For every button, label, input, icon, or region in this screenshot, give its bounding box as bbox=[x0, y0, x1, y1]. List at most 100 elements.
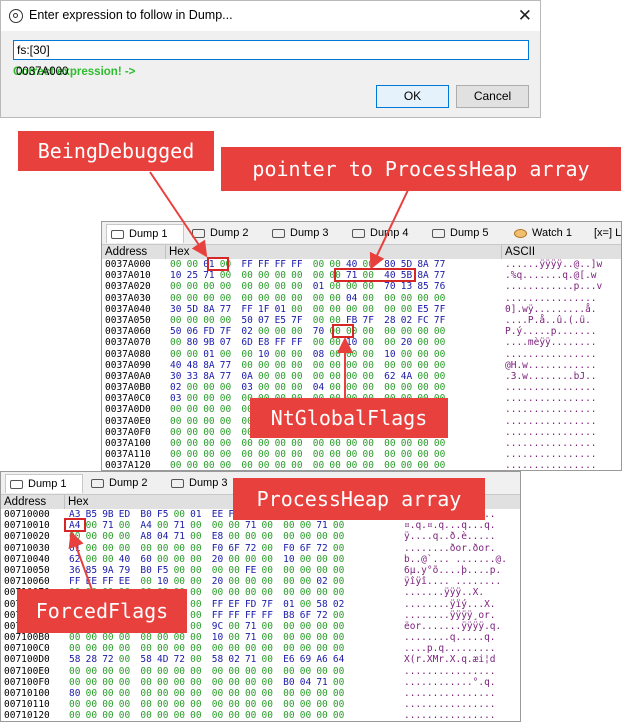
dump-row[interactable]: 0037A080 00 00 01 00 00 10 00 00 08 00 00 00 10 00 00 00… bbox=[102, 349, 621, 360]
tab-dump-2[interactable]: Dump 2 bbox=[87, 474, 165, 493]
close-icon[interactable]: ✕ bbox=[518, 6, 532, 26]
dump-row[interactable]: 007100D0 58 28 72 00 58 4D 72 00 58 02 71 00 E6 69 A6 64… bbox=[1, 654, 520, 665]
hex-byte: 00 bbox=[140, 576, 152, 588]
hex-byte: 00 bbox=[211, 676, 224, 688]
dump-tab-bar: Dump 1 Dump 2 Dump 3 Dump 4 Dump 5 Watch… bbox=[102, 222, 621, 245]
hex-byte: 04 bbox=[299, 676, 312, 688]
tab-dump-5[interactable]: Dump 5 bbox=[428, 224, 506, 243]
hex-byte: 00 bbox=[299, 576, 312, 588]
memory-icon bbox=[272, 229, 285, 238]
dialog-titlebar: Enter expression to follow in Dump... ✕ bbox=[1, 1, 540, 31]
hex-byte: 00 bbox=[433, 438, 446, 449]
hex-byte: B0 bbox=[140, 564, 152, 576]
memory-icon bbox=[192, 229, 205, 238]
dump-row[interactable]: 0037A110 00 00 00 00 00 00 00 00 00 00 00 00 00 00 00 00… bbox=[102, 449, 621, 460]
hex-byte: 7F bbox=[261, 598, 273, 610]
dump-row[interactable]: 0037A0B0 02 00 00 00 03 00 00 00 04 00 00 00 00 00 00 00… bbox=[102, 382, 621, 393]
dump-row[interactable]: 00710020 00 00 00 00 A8 04 71 00 E8 00 00 00 00 00 00 00… bbox=[1, 531, 520, 542]
ok-button[interactable]: OK bbox=[376, 85, 449, 108]
dump-row[interactable]: 007100C0 00 00 00 00 00 00 00 00 00 00 00 00 00 00 00 00… bbox=[1, 643, 520, 654]
cancel-button[interactable]: Cancel bbox=[456, 85, 529, 108]
dump-row[interactable]: 007100F0 00 00 00 00 00 00 00 00 00 00 00 00 B0 04 71 00… bbox=[1, 677, 520, 688]
hex-byte: 71 bbox=[244, 632, 257, 644]
hex-byte: 8A bbox=[417, 259, 429, 270]
hex-byte: 00 bbox=[140, 643, 152, 655]
hex-byte: 00 bbox=[102, 632, 114, 644]
row-ascii: ........ÿïý...X. bbox=[404, 598, 496, 610]
dump-row[interactable]: 00710050 36 85 9A 79 B0 F5 00 00 00 00 FE 00 00 00 00 00… bbox=[1, 565, 520, 576]
hex-byte: 00 bbox=[329, 292, 341, 304]
hex-byte: 00 bbox=[332, 699, 345, 711]
hex-byte: 06 bbox=[186, 326, 199, 338]
hex-byte: 00 bbox=[299, 587, 312, 599]
hex-byte: 00 bbox=[173, 643, 186, 655]
hex-byte: 00 bbox=[362, 337, 374, 349]
dump-row[interactable]: 0037A020 00 00 00 00 00 00 00 00 01 00 00 00 70 13 85 76… bbox=[102, 281, 621, 292]
hex-byte: FF bbox=[211, 598, 224, 610]
hex-byte: 00 bbox=[140, 542, 152, 554]
tab-dump-4[interactable]: Dump 4 bbox=[348, 224, 426, 243]
tab-label: Watch 1 bbox=[532, 227, 572, 239]
hex-byte: 00 bbox=[283, 620, 295, 632]
dump-row[interactable]: 0037A060 50 06 FD 7F 02 00 00 00 70 00 00 00 00 00 00 00… bbox=[102, 326, 621, 337]
hex-byte: 00 bbox=[299, 598, 312, 610]
hex-byte: 00 bbox=[173, 576, 186, 588]
tab-dump-1[interactable]: Dump 1 bbox=[106, 224, 184, 243]
tab-locals[interactable]: [x=] Lo bbox=[590, 224, 621, 243]
dump-row[interactable]: 0037A030 00 00 00 00 00 00 00 00 00 00 04 00 00 00 00 00… bbox=[102, 293, 621, 304]
hex-byte: FF bbox=[274, 337, 287, 349]
hex-byte: 00 bbox=[69, 699, 81, 711]
dump-row[interactable]: 00710030 01 00 00 00 00 00 00 00 F0 6F 72 00 F0 6F 72 00… bbox=[1, 543, 520, 554]
dump-row[interactable]: 00710110 00 00 00 00 00 00 00 00 00 00 00 00 00 00 00 00… bbox=[1, 699, 520, 710]
dump-row[interactable]: 00710060 FF EE FF EE 00 10 00 00 20 00 00 00 00 00 02 00… bbox=[1, 576, 520, 587]
row-hex-bytes: 00 00 00 00 00 00 00 00 00 00 00 00 00 00 00 00 bbox=[170, 449, 451, 460]
hex-byte: 00 bbox=[102, 688, 114, 699]
hex-byte: 00 bbox=[283, 710, 295, 722]
expression-input[interactable]: fs:[30] bbox=[13, 40, 529, 60]
dump-row[interactable]: 0037A070 00 80 9B 07 6D E8 FF FF 00 00 10 00 00 20 00 00… bbox=[102, 337, 621, 348]
hex-byte: 03 bbox=[241, 382, 253, 394]
hex-byte: 00 bbox=[219, 404, 232, 416]
hex-byte: 70 bbox=[384, 281, 396, 293]
tab-dump-1[interactable]: Dump 1 bbox=[5, 474, 83, 493]
hex-byte: 00 bbox=[299, 564, 312, 576]
tab-watch-1[interactable]: Watch 1 bbox=[510, 224, 586, 243]
heap-pointer-highlight bbox=[334, 268, 416, 282]
dump-row[interactable]: 0037A090 40 48 8A 77 00 00 00 00 00 00 00 00 00 00 00 00… bbox=[102, 360, 621, 371]
hex-byte: 00 bbox=[203, 426, 215, 438]
hex-byte: 71 bbox=[244, 520, 257, 532]
dump-row[interactable]: 00710120 00 00 00 00 00 00 00 00 00 00 00 00 00 00 00 00… bbox=[1, 710, 520, 721]
hex-byte: FF bbox=[241, 259, 253, 270]
hex-byte: 00 bbox=[332, 587, 345, 599]
hex-byte: 00 bbox=[329, 337, 341, 349]
dump-row[interactable]: 00710100 80 00 00 00 00 00 00 00 00 00 00 00 00 00 00 00… bbox=[1, 688, 520, 699]
tab-dump-3[interactable]: Dump 3 bbox=[268, 224, 346, 243]
tab-dump-2[interactable]: Dump 2 bbox=[188, 224, 266, 243]
dump-row[interactable]: 0037A100 00 00 00 00 00 00 00 00 00 00 00 00 00 00 00 00… bbox=[102, 438, 621, 449]
dump-row[interactable]: 0037A0A0 30 33 8A 77 0A 00 00 00 00 00 00 00 62 4A 00 00… bbox=[102, 371, 621, 382]
hex-byte: 00 bbox=[400, 460, 413, 471]
hex-byte: 48 bbox=[186, 359, 199, 371]
hex-byte: 00 bbox=[417, 292, 429, 304]
row-hex-bytes: 00 00 01 00 00 10 00 00 08 00 00 00 10 00 00 00 bbox=[170, 349, 451, 360]
hex-byte: 00 bbox=[283, 531, 295, 543]
hex-byte: 00 bbox=[283, 587, 295, 599]
row-address: 0037A050 bbox=[105, 314, 151, 326]
hex-byte: 00 bbox=[190, 620, 202, 632]
dump-row[interactable]: 007100B0 00 00 00 00 00 00 00 00 10 00 71 00 00 00 00 00… bbox=[1, 632, 520, 643]
dump-row[interactable]: 0037A040 30 5D 8A 77 FF 1F 01 00 00 00 00 00 00 00 E5 7F… bbox=[102, 304, 621, 315]
dump-row[interactable]: 0037A120 00 00 00 00 00 00 00 00 00 00 00 00 00 00 00 00… bbox=[102, 460, 621, 471]
row-hex-bytes: A4 00 71 00 A4 00 71 00 00 00 71 00 00 00 71 00 bbox=[69, 520, 350, 531]
hex-byte: 00 bbox=[69, 632, 81, 644]
hex-byte: 00 bbox=[283, 520, 295, 532]
hex-byte: 64 bbox=[332, 654, 345, 666]
hex-byte: 00 bbox=[261, 576, 273, 588]
row-hex-bytes: 00 80 9B 07 6D E8 FF FF 00 00 10 00 00 20 00 00 bbox=[170, 337, 451, 348]
dump-row[interactable]: 007100E0 00 00 00 00 00 00 00 00 00 00 00 00 00 00 00 00… bbox=[1, 666, 520, 677]
hex-byte: E5 bbox=[417, 303, 429, 315]
row-ascii: ................ bbox=[404, 710, 496, 722]
dump-row[interactable]: 00710040 62 00 00 40 60 00 00 00 20 00 00 00 10 00 00 00… bbox=[1, 554, 520, 565]
hex-byte: 00 bbox=[274, 281, 287, 293]
dump-row[interactable]: 0037A050 00 00 00 00 50 07 E5 7F 00 00 FB 7F 28 02 FC 7F… bbox=[102, 315, 621, 326]
row-ascii: ëor.......ÿÿÿÿ.q. bbox=[404, 620, 502, 632]
